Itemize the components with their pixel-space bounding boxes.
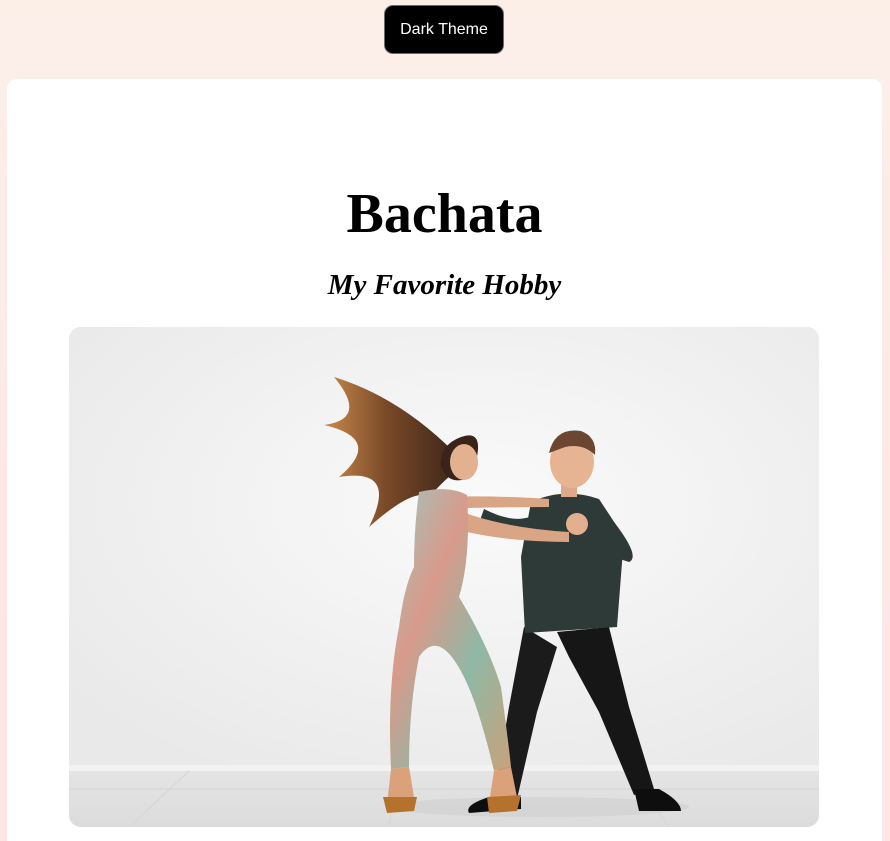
dancing-couple-photo xyxy=(69,327,819,827)
page-title: Bachata xyxy=(346,183,543,245)
dark-theme-button[interactable]: Dark Theme xyxy=(384,5,504,54)
content-card: Bachata My Favorite Hobby xyxy=(7,79,882,841)
page-subtitle: My Favorite Hobby xyxy=(327,269,562,301)
